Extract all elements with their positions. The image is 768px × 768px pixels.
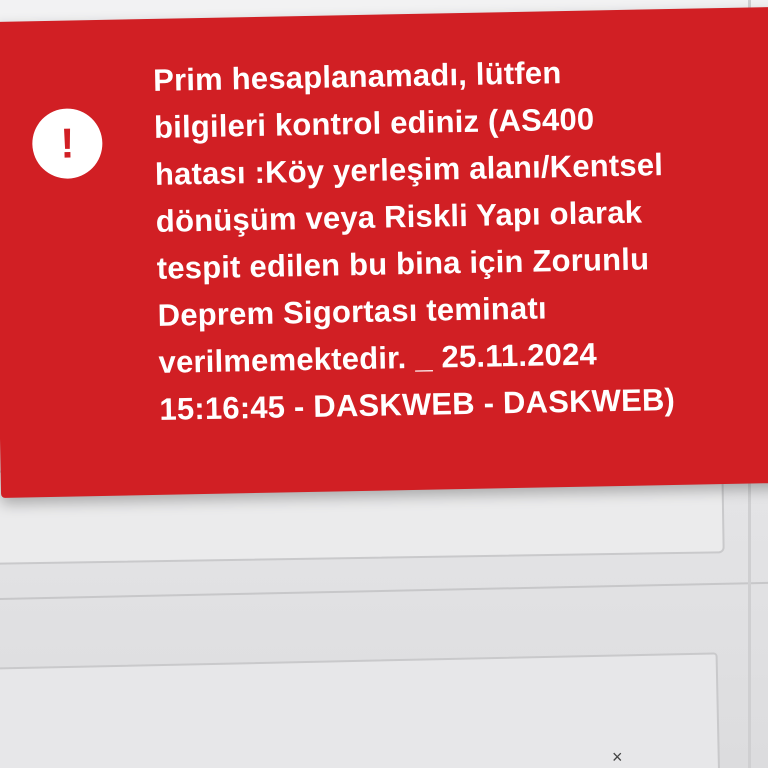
message-line: 15:16:45 - DASKWEB - DASKWEB) bbox=[159, 381, 676, 427]
error-message: Prim hesaplanamadı, lütfen bilgileri kon… bbox=[153, 46, 740, 433]
app-screen: × ! Prim hesaplanamadı, lütfen bilgileri… bbox=[0, 0, 768, 768]
divider bbox=[0, 581, 768, 601]
exclamation-icon: ! bbox=[31, 107, 104, 180]
exclamation-glyph: ! bbox=[59, 119, 75, 167]
close-icon[interactable]: × bbox=[612, 748, 623, 766]
error-toast[interactable]: ! Prim hesaplanamadı, lütfen bilgileri k… bbox=[0, 6, 768, 498]
